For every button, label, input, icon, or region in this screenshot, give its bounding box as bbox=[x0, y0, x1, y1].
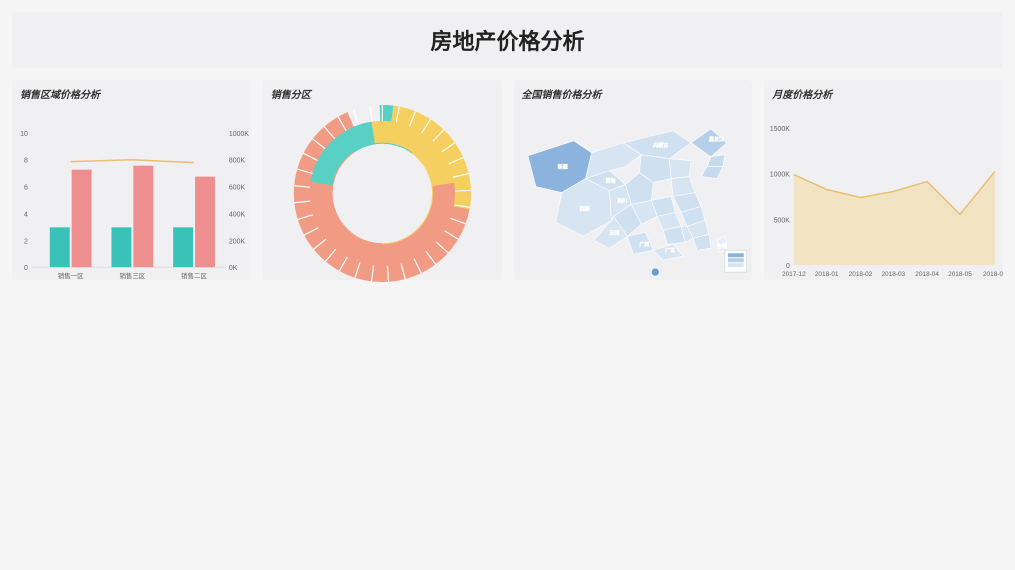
svg-text:2017-12: 2017-12 bbox=[782, 271, 806, 278]
chart-national-map[interactable]: 新疆 西藏 青海 内蒙古 黑龙江 bbox=[514, 101, 753, 280]
panel-monthly-title: 月度价格分析 bbox=[764, 80, 1003, 101]
svg-text:台湾: 台湾 bbox=[716, 243, 726, 250]
svg-text:1500K: 1500K bbox=[770, 126, 790, 133]
panel-segment: 销售分区 bbox=[263, 80, 502, 280]
svg-text:广西: 广西 bbox=[639, 241, 649, 248]
svg-text:2018-05: 2018-05 bbox=[948, 271, 972, 278]
svg-text:200K: 200K bbox=[229, 238, 246, 245]
svg-text:0K: 0K bbox=[229, 265, 238, 272]
panel-monthly: 月度价格分析 0 500K 1000K 1500K 2017-12 2018-0… bbox=[764, 80, 1003, 280]
y-left-axis: 0 2 4 6 8 10 bbox=[20, 131, 28, 272]
chart-region[interactable]: 0 2 4 6 8 10 0K 200K 400K 600K 800K bbox=[12, 101, 251, 280]
svg-text:4: 4 bbox=[24, 211, 28, 218]
prov-liaoning[interactable] bbox=[701, 167, 723, 179]
svg-text:广东: 广东 bbox=[665, 247, 675, 254]
panel-region: 销售区域价格分析 0 2 4 6 8 10 0K 200K bbox=[12, 80, 251, 280]
y-right-axis: 0K 200K 400K 600K 800K 1000K bbox=[229, 131, 249, 272]
page-title: 房地产价格分析 bbox=[12, 24, 1003, 56]
svg-text:青海: 青海 bbox=[605, 178, 615, 185]
svg-text:新疆: 新疆 bbox=[557, 164, 567, 171]
svg-text:1000K: 1000K bbox=[229, 131, 249, 138]
prov-hainan[interactable] bbox=[651, 268, 659, 276]
svg-text:500K: 500K bbox=[774, 217, 791, 224]
svg-text:2: 2 bbox=[24, 238, 28, 245]
page-header: 房地产价格分析 bbox=[12, 12, 1003, 68]
svg-text:2018-02: 2018-02 bbox=[849, 271, 873, 278]
svg-text:600K: 600K bbox=[229, 185, 246, 192]
svg-text:销售二区: 销售二区 bbox=[181, 271, 207, 280]
x-axis: 2017-12 2018-01 2018-02 2018-03 2018-04 … bbox=[782, 271, 1003, 278]
svg-text:800K: 800K bbox=[229, 158, 246, 165]
svg-text:2018-01: 2018-01 bbox=[815, 271, 839, 278]
chart-monthly[interactable]: 0 500K 1000K 1500K 2017-12 2018-01 2018-… bbox=[764, 101, 1003, 280]
svg-text:2018-03: 2018-03 bbox=[882, 271, 906, 278]
svg-text:西藏: 西藏 bbox=[579, 205, 589, 212]
svg-text:0: 0 bbox=[24, 265, 28, 272]
svg-text:6: 6 bbox=[24, 185, 28, 192]
svg-text:销售一区: 销售一区 bbox=[58, 271, 84, 280]
svg-text:黑龙江: 黑龙江 bbox=[708, 136, 723, 143]
chart-segment[interactable] bbox=[263, 101, 502, 280]
panel-segment-title: 销售分区 bbox=[263, 80, 502, 101]
svg-text:0: 0 bbox=[786, 263, 790, 270]
svg-text:云南: 云南 bbox=[609, 229, 619, 236]
prov-jilin[interactable] bbox=[706, 155, 724, 167]
svg-text:四川: 四川 bbox=[617, 198, 627, 204]
svg-text:8: 8 bbox=[24, 158, 28, 165]
svg-text:1000K: 1000K bbox=[770, 172, 790, 179]
svg-text:10: 10 bbox=[20, 131, 28, 138]
svg-text:2018-04: 2018-04 bbox=[916, 271, 940, 278]
svg-text:内蒙古: 内蒙古 bbox=[653, 142, 668, 149]
y-axis: 0 500K 1000K 1500K bbox=[770, 126, 790, 270]
panel-region-title: 销售区域价格分析 bbox=[12, 80, 251, 101]
panel-national-title: 全国销售价格分析 bbox=[514, 80, 753, 101]
panel-national: 全国销售价格分析 新疆 西藏 青海 内蒙古 黑龙 bbox=[514, 80, 753, 280]
prov-hebei[interactable] bbox=[669, 159, 691, 179]
svg-text:销售三区: 销售三区 bbox=[119, 271, 145, 280]
svg-text:400K: 400K bbox=[229, 211, 246, 218]
svg-text:2018-06: 2018-06 bbox=[983, 271, 1003, 278]
